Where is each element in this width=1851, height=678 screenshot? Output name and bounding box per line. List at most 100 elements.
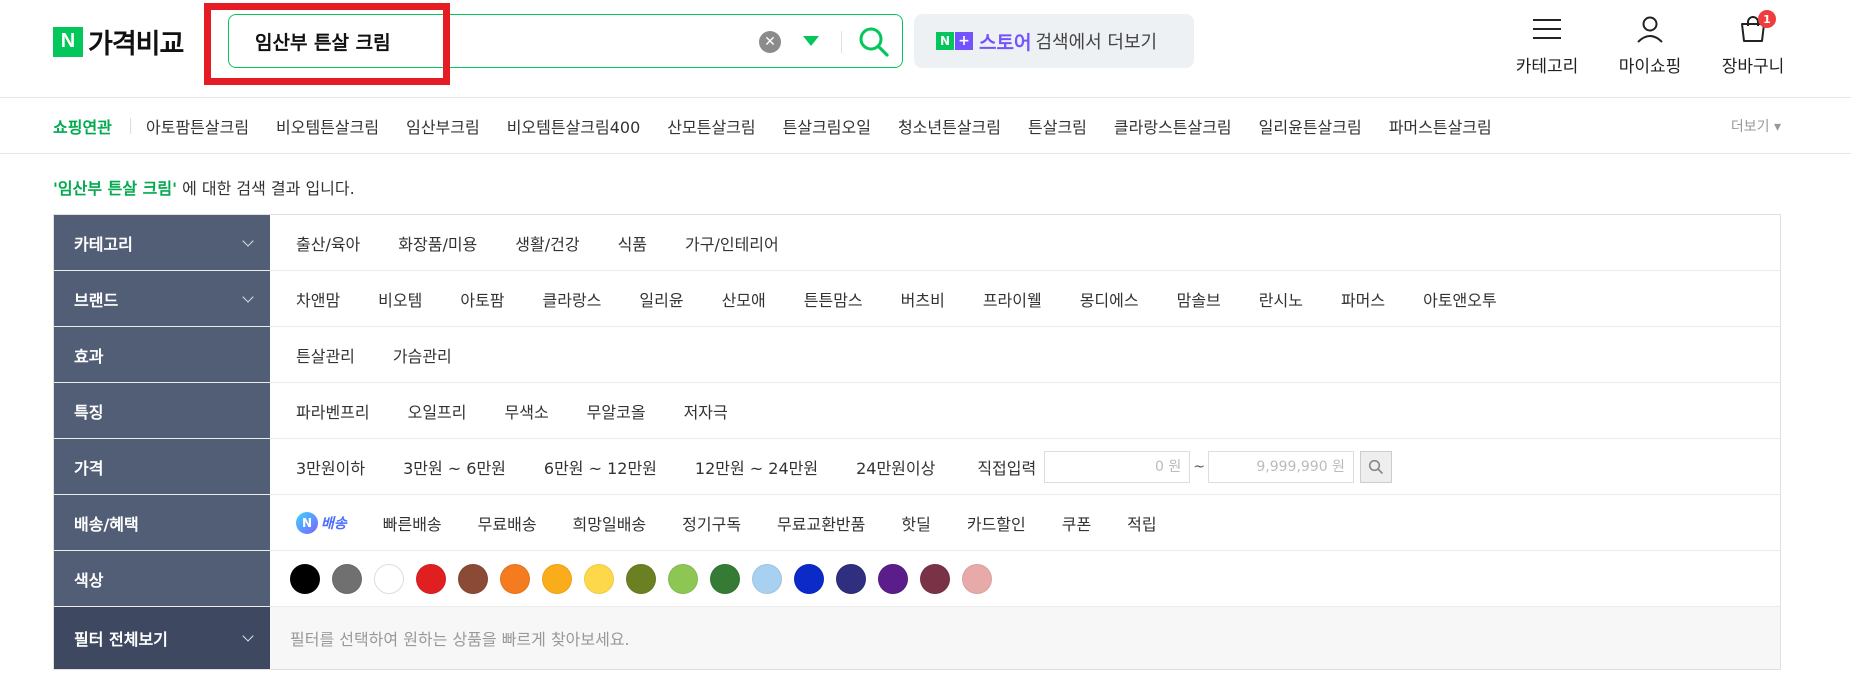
color-swatch[interactable]: [920, 563, 950, 594]
color-swatch[interactable]: [290, 563, 320, 594]
color-swatch[interactable]: [962, 563, 992, 594]
related-keyword[interactable]: 튼살크림오일: [783, 114, 871, 138]
filter-option[interactable]: 아토팜: [460, 287, 504, 311]
color-swatch[interactable]: [794, 563, 824, 594]
clear-search-icon[interactable]: ✕: [759, 31, 781, 53]
price-min-input[interactable]: 0 원: [1044, 450, 1191, 483]
my-shopping-button[interactable]: 마이쇼핑: [1610, 12, 1690, 77]
filter-option[interactable]: 희망일배송: [573, 511, 647, 535]
color-swatch[interactable]: [710, 563, 740, 594]
filter-option[interactable]: 튼살관리: [296, 343, 355, 367]
color-swatch[interactable]: [668, 563, 698, 594]
filter-price-header: 가격: [54, 439, 270, 494]
filter-row-category: 카테고리 출산/육아 화장품/미용 생활/건강 식품 가구/인테리어: [54, 215, 1780, 271]
filter-options: 튼살관리 가슴관리: [270, 327, 1780, 382]
filter-option[interactable]: 클라랑스: [543, 287, 602, 311]
filter-row-color: 색상: [54, 551, 1780, 607]
filter-option[interactable]: 빠른배송: [383, 511, 442, 535]
filter-option[interactable]: 무료배송: [478, 511, 537, 535]
filter-option[interactable]: 버츠비: [901, 287, 945, 311]
filter-option[interactable]: 오일프리: [408, 399, 467, 423]
category-menu-button[interactable]: 카테고리: [1507, 12, 1587, 77]
color-swatch[interactable]: [332, 563, 362, 594]
color-swatch[interactable]: [374, 563, 404, 594]
related-keyword[interactable]: 비오템튼살크림400: [507, 114, 641, 138]
related-keyword[interactable]: 아토팜튼살크림: [146, 114, 249, 138]
filter-option[interactable]: 산모애: [722, 287, 766, 311]
filter-option[interactable]: 12만원 ~ 24만원: [695, 455, 818, 479]
filter-options: 출산/육아 화장품/미용 생활/건강 식품 가구/인테리어: [270, 215, 1780, 270]
my-shopping-label: 마이쇼핑: [1618, 57, 1682, 77]
cart-button[interactable]: 1 장바구니: [1713, 10, 1793, 77]
search-icon: [1368, 459, 1384, 474]
filter-option[interactable]: 핫딜: [901, 511, 930, 535]
related-keyword[interactable]: 파머스튼살크림: [1389, 114, 1492, 138]
filter-option[interactable]: 맘솔브: [1177, 287, 1221, 311]
filter-option[interactable]: 프라이웰: [983, 287, 1042, 311]
filter-option[interactable]: 6만원 ~ 12만원: [544, 455, 657, 479]
filter-option[interactable]: 란시노: [1259, 287, 1303, 311]
related-more-button[interactable]: 더보기 ▾: [1731, 116, 1781, 136]
related-keyword[interactable]: 일리윤튼살크림: [1259, 114, 1362, 138]
color-swatch[interactable]: [878, 563, 908, 594]
filter-option[interactable]: 무색소: [505, 399, 549, 423]
filter-option[interactable]: 3만원 ~ 6만원: [403, 455, 506, 479]
color-swatch[interactable]: [584, 563, 614, 594]
filter-row-effect: 효과 튼살관리 가슴관리: [54, 327, 1780, 383]
filter-all-header[interactable]: 필터 전체보기: [54, 607, 270, 669]
filter-option[interactable]: 정기구독: [682, 511, 741, 535]
filter-option[interactable]: 파머스: [1341, 287, 1385, 311]
filter-option[interactable]: 가슴관리: [393, 343, 452, 367]
color-swatch[interactable]: [542, 563, 572, 594]
category-label: 카테고리: [1515, 57, 1579, 77]
filter-option[interactable]: 비오템: [378, 287, 422, 311]
filter-category-header[interactable]: 카테고리: [54, 215, 270, 270]
color-swatch[interactable]: [500, 563, 530, 594]
search-input[interactable]: 임산부 튼살 크림: [255, 28, 391, 55]
color-swatch[interactable]: [458, 563, 488, 594]
filter-option[interactable]: 아토앤오투: [1423, 287, 1497, 311]
filter-option[interactable]: 차앤맘: [296, 287, 340, 311]
filter-feature-header: 특징: [54, 383, 270, 438]
filter-option[interactable]: 화장품/미용: [398, 231, 477, 255]
filter-option[interactable]: 식품: [618, 231, 647, 255]
header: N 가격비교 임산부 튼살 크림 ✕ N + 스토어 검색에서 더보기 카테고리…: [0, 0, 1851, 98]
filter-option[interactable]: 3만원이하: [296, 455, 365, 479]
color-swatch[interactable]: [752, 563, 782, 594]
filter-option[interactable]: 출산/육아: [296, 231, 360, 255]
color-swatch[interactable]: [416, 563, 446, 594]
color-swatch[interactable]: [626, 563, 656, 594]
autocomplete-toggle-icon[interactable]: [803, 36, 819, 46]
filter-option[interactable]: 무알코올: [587, 399, 646, 423]
related-keyword[interactable]: 산모튼살크림: [667, 114, 755, 138]
related-keyword[interactable]: 임산부크림: [406, 114, 480, 138]
filter-option[interactable]: 쿠폰: [1062, 511, 1091, 535]
price-search-button[interactable]: [1359, 450, 1392, 483]
naver-delivery-option[interactable]: N 배송: [296, 511, 347, 534]
related-title: 쇼핑연관: [53, 117, 112, 137]
store-search-banner[interactable]: N + 스토어 검색에서 더보기: [914, 14, 1194, 68]
related-keyword[interactable]: 비오템튼살크림: [276, 114, 379, 138]
filter-option[interactable]: 몽디에스: [1080, 287, 1139, 311]
filter-option[interactable]: 카드할인: [967, 511, 1026, 535]
related-keyword[interactable]: 클라랑스튼살크림: [1114, 114, 1232, 138]
color-swatch[interactable]: [836, 563, 866, 594]
filter-option[interactable]: 파라벤프리: [296, 399, 370, 423]
filter-option[interactable]: 가구/인테리어: [685, 231, 779, 255]
filter-option[interactable]: 튼튼맘스: [804, 287, 863, 311]
price-max-input[interactable]: 9,999,990 원: [1207, 450, 1354, 483]
filter-option[interactable]: 적립: [1127, 511, 1156, 535]
related-keyword[interactable]: 튼살크림: [1028, 114, 1087, 138]
filter-options: N 배송 빠른배송 무료배송 희망일배송 정기구독 무료교환반품 핫딜 카드할인…: [270, 495, 1780, 550]
filter-brand-header[interactable]: 브랜드: [54, 271, 270, 326]
related-keyword[interactable]: 청소년튼살크림: [898, 114, 1001, 138]
filter-option[interactable]: 24만원이상: [856, 455, 935, 479]
naver-price-logo[interactable]: N 가격비교: [53, 22, 184, 61]
filter-option[interactable]: 무료교환반품: [777, 511, 865, 535]
filter-option[interactable]: 일리윤: [639, 287, 683, 311]
search-button[interactable]: [857, 25, 891, 59]
filter-all-label: 필터 전체보기: [74, 630, 168, 649]
filter-option[interactable]: 생활/건강: [515, 231, 579, 255]
filter-option[interactable]: 저자극: [684, 399, 728, 423]
filter-row-feature: 특징 파라벤프리 오일프리 무색소 무알코올 저자극: [54, 383, 1780, 439]
